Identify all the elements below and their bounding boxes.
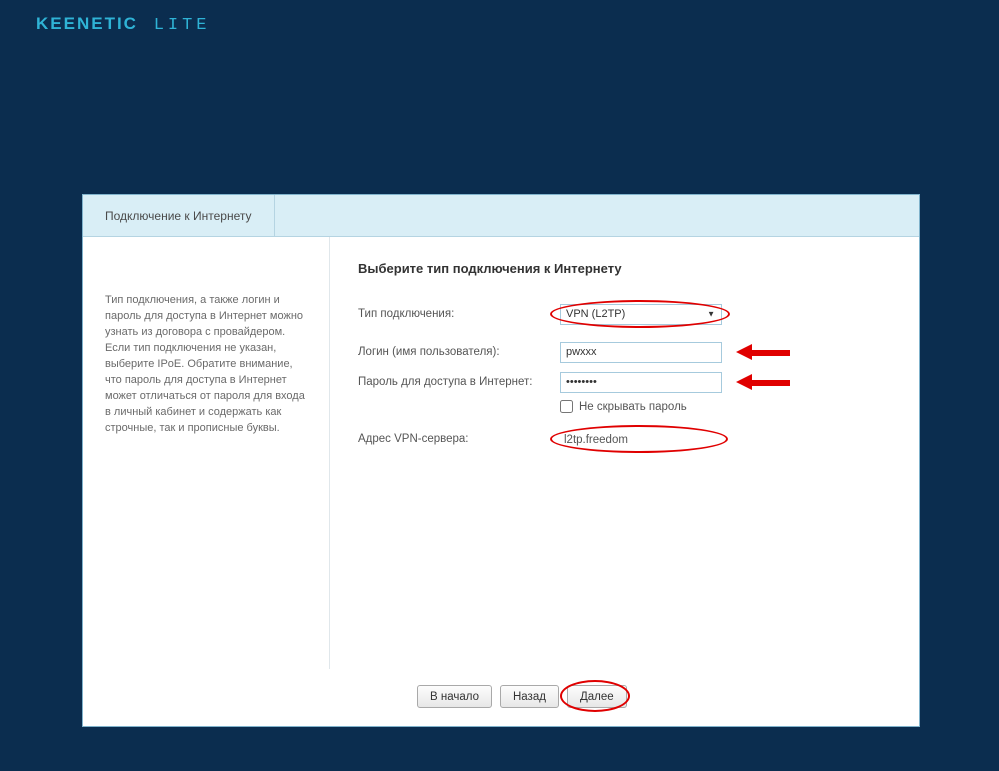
label-vpn-address: Адрес VPN-сервера: bbox=[358, 433, 560, 445]
password-input[interactable] bbox=[560, 372, 722, 393]
row-show-password: Не скрывать пароль bbox=[560, 400, 891, 413]
row-password: Пароль для доступа в Интернет: bbox=[358, 370, 891, 394]
brand-logo: KEENETIC LITE bbox=[36, 14, 211, 35]
row-connection-type: Тип подключения: VPN (L2TP) bbox=[358, 302, 891, 326]
page-title: Выберите тип подключения к Интернету bbox=[358, 261, 891, 276]
next-button[interactable]: Далее bbox=[567, 685, 627, 708]
row-vpn-address: Адрес VPN-сервера: l2tp.freedom bbox=[358, 427, 891, 451]
main-form: Выберите тип подключения к Интернету Тип… bbox=[329, 237, 919, 669]
tab-internet-connection[interactable]: Подключение к Интернету bbox=[83, 195, 275, 236]
tab-bar: Подключение к Интернету bbox=[83, 195, 919, 237]
row-login: Логин (имя пользователя): bbox=[358, 340, 891, 364]
wizard-panel: Подключение к Интернету Тип подключения,… bbox=[82, 194, 920, 727]
label-show-password: Не скрывать пароль bbox=[579, 401, 687, 413]
connection-type-select[interactable]: VPN (L2TP) bbox=[560, 304, 722, 325]
back-button[interactable]: Назад bbox=[500, 685, 559, 708]
brand-name: KEENETIC bbox=[36, 14, 138, 33]
help-text: Тип подключения, а также логин и пароль … bbox=[105, 294, 305, 434]
annotation-arrow-icon bbox=[736, 375, 790, 389]
sidebar-help: Тип подключения, а также логин и пароль … bbox=[83, 237, 329, 669]
content-area: Тип подключения, а также логин и пароль … bbox=[83, 237, 919, 669]
label-password: Пароль для доступа в Интернет: bbox=[358, 376, 560, 388]
annotation-arrow-icon bbox=[736, 345, 790, 359]
start-button[interactable]: В начало bbox=[417, 685, 492, 708]
show-password-checkbox[interactable] bbox=[560, 400, 573, 413]
tab-label: Подключение к Интернету bbox=[105, 209, 252, 223]
footer-buttons: В начало Назад Далее bbox=[83, 669, 919, 726]
label-login: Логин (имя пользователя): bbox=[358, 346, 560, 358]
label-connection-type: Тип подключения: bbox=[358, 308, 560, 320]
login-input[interactable] bbox=[560, 342, 722, 363]
model-name: LITE bbox=[154, 16, 211, 35]
vpn-address-value: l2tp.freedom bbox=[560, 434, 628, 446]
